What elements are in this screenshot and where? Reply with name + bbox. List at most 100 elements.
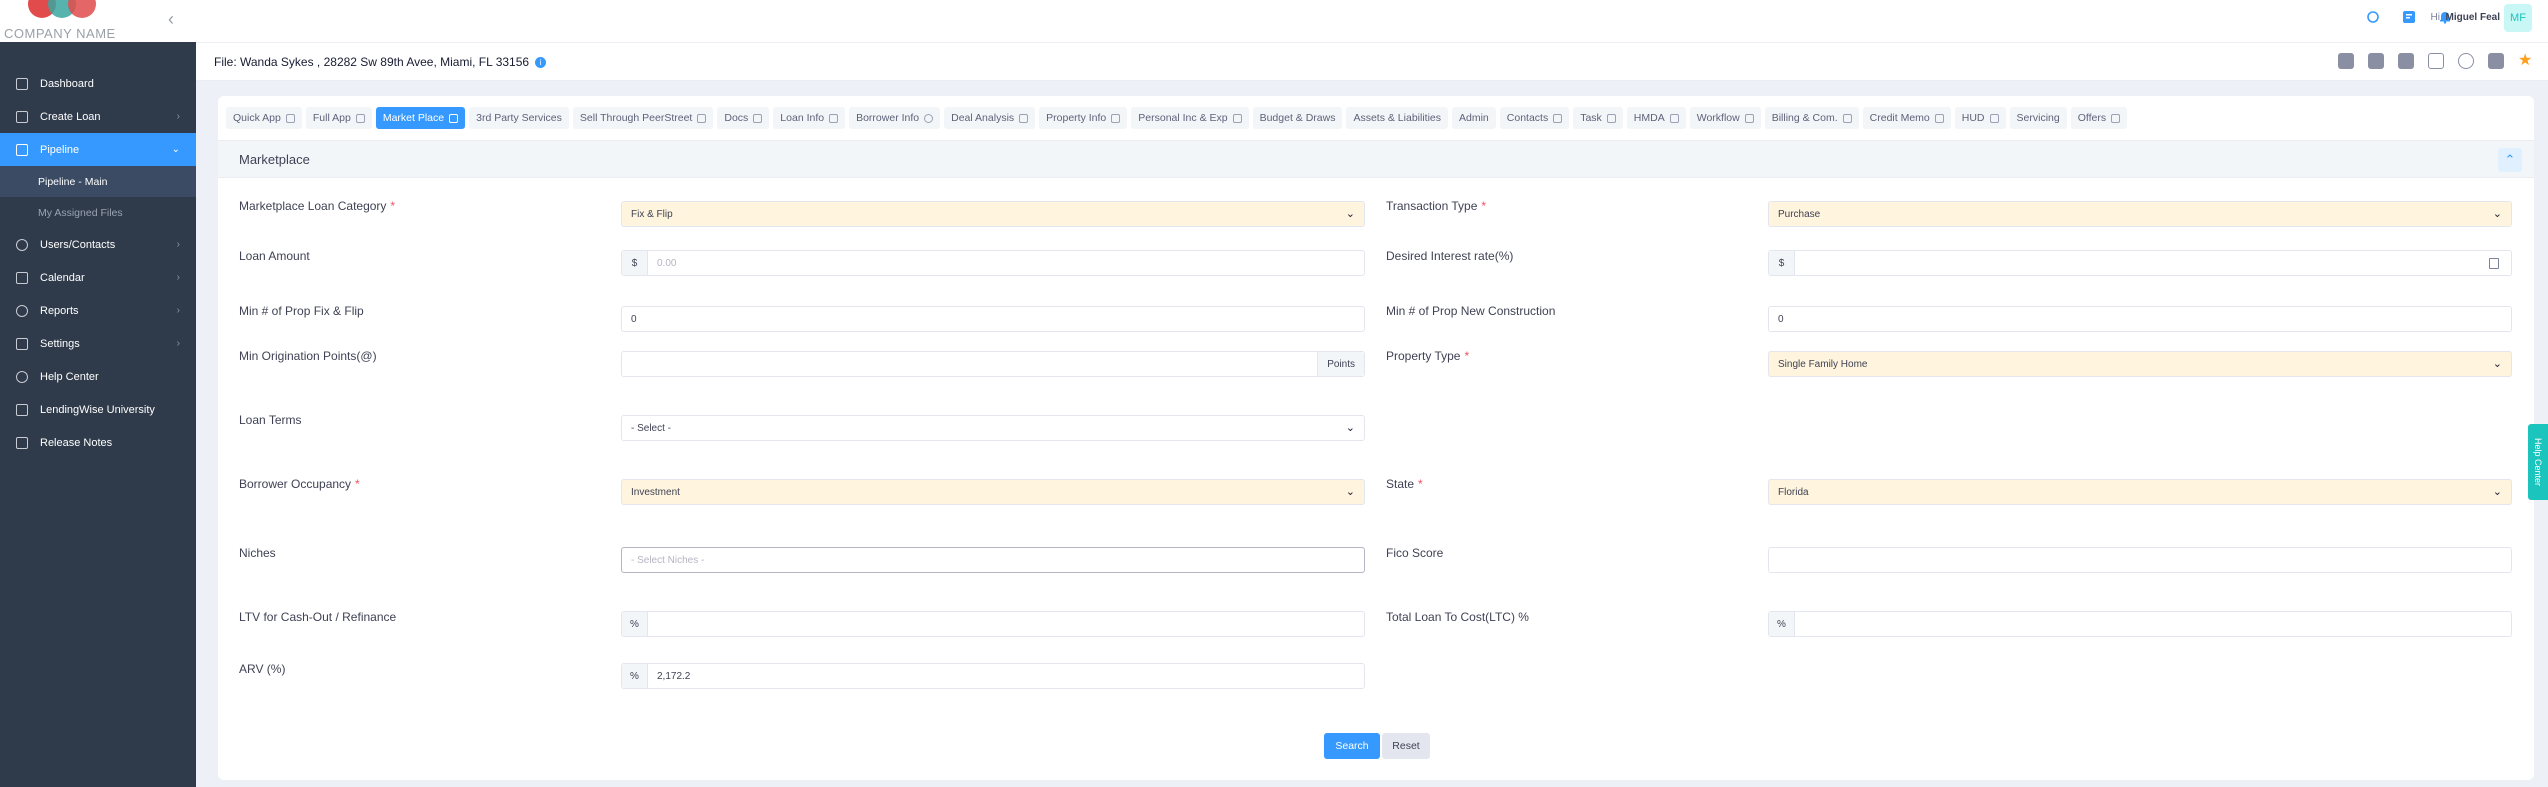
tab-credit-memo[interactable]: Credit Memo (1862, 107, 1951, 129)
sidebar-item-dashboard[interactable]: Dashboard (0, 67, 196, 100)
reset-button[interactable]: Reset (1382, 733, 1430, 759)
property-type-select[interactable]: Single Family Home ⌄ (1768, 351, 2512, 377)
settings-circle-icon[interactable] (2458, 53, 2474, 69)
users-icon (16, 238, 28, 251)
home-icon (1989, 113, 1999, 123)
arv-field[interactable]: % 2,172.2 (621, 663, 1365, 689)
email-icon[interactable] (2368, 53, 2384, 69)
input-value: 0 (1778, 313, 1784, 325)
sidebar-item-create-loan[interactable]: Create Loan › (0, 100, 196, 133)
document-icon (355, 113, 365, 123)
brand: COMPANY NAME ‹ (0, 0, 196, 42)
orig-points-input[interactable]: Points (621, 351, 1365, 377)
sidebar-subitem-pipeline-main[interactable]: Pipeline - Main (0, 166, 196, 197)
tab-label: Budget & Draws (1259, 112, 1336, 124)
tab-label: Deal Analysis (951, 112, 1015, 124)
occupancy-select[interactable]: Investment ⌄ (621, 479, 1365, 505)
interest-rate-label: Desired Interest rate(%) (1386, 249, 1514, 263)
tab-billing-com[interactable]: Billing & Com. (1764, 107, 1859, 129)
sidebar-item-calendar[interactable]: Calendar › (0, 261, 196, 294)
tab-3rd-party-services[interactable]: 3rd Party Services (469, 107, 569, 129)
user-icon (924, 113, 934, 123)
loan-category-select[interactable]: Fix & Flip ⌄ (621, 201, 1365, 227)
ltv-field[interactable]: % (621, 611, 1365, 637)
tab-docs[interactable]: Docs (717, 107, 770, 129)
file-actions: ★ (2338, 53, 2534, 69)
min-prop-new-input[interactable]: 0 (1768, 306, 2512, 332)
chevron-up-icon[interactable]: ⌃ (2498, 148, 2522, 172)
star-icon[interactable]: ★ (2518, 53, 2534, 69)
tab-offers[interactable]: Offers (2070, 107, 2128, 129)
tab-workflow[interactable]: Workflow (1689, 107, 1761, 129)
calculator-icon[interactable] (2489, 258, 2499, 269)
percent-addon: % (1769, 612, 1795, 636)
sidebar-item-label: Release Notes (40, 436, 113, 449)
info-icon[interactable]: i (535, 57, 547, 68)
sidebar-subitem-my-assigned-files[interactable]: My Assigned Files (0, 197, 196, 228)
refresh-icon[interactable] (2366, 10, 2380, 24)
fico-input[interactable] (1768, 547, 2512, 573)
sidebar-item-help-center[interactable]: Help Center (0, 360, 196, 393)
chart-icon (16, 304, 28, 317)
tab-admin[interactable]: Admin (1452, 107, 1496, 129)
sidebar-item-pipeline[interactable]: Pipeline ⌄ (0, 133, 196, 166)
tab-full-app[interactable]: Full App (305, 107, 372, 129)
tab-servicing[interactable]: Servicing (2009, 107, 2067, 129)
share-icon[interactable] (2488, 53, 2504, 69)
user-name: Miguel Feal (2445, 12, 2500, 23)
tab-borrower-info[interactable]: Borrower Info (849, 107, 941, 129)
tab-loan-info[interactable]: Loan Info (773, 107, 846, 129)
sidebar-item-reports[interactable]: Reports › (0, 294, 196, 327)
tab-contacts[interactable]: Contacts (1499, 107, 1570, 129)
tab-sell-through-peerstreet[interactable]: Sell Through PeerStreet (572, 107, 714, 129)
currency-addon: $ (1769, 251, 1795, 275)
niches-multiselect[interactable]: - Select Niches - (621, 547, 1365, 573)
transaction-type-select[interactable]: Purchase ⌄ (1768, 201, 2512, 227)
avatar[interactable]: MF (2504, 4, 2532, 32)
sidebar-item-lendingwise-university[interactable]: LendingWise University (0, 393, 196, 426)
percent-addon: % (622, 664, 648, 688)
state-select[interactable]: Florida ⌄ (1768, 479, 2512, 505)
sidebar-item-label: Dashboard (40, 77, 94, 90)
sidebar-item-users-contacts[interactable]: Users/Contacts › (0, 228, 196, 261)
calculator-icon (1019, 113, 1029, 123)
tab-hmda[interactable]: HMDA (1626, 107, 1686, 129)
chat-icon[interactable] (2338, 53, 2354, 69)
task-icon[interactable] (2402, 10, 2416, 24)
tab-property-info[interactable]: Property Info (1039, 107, 1128, 129)
tab-quick-app[interactable]: Quick App (226, 107, 302, 129)
tab-label: Task (1580, 112, 1602, 124)
tab-deal-analysis[interactable]: Deal Analysis (944, 107, 1036, 129)
tab-task[interactable]: Task (1573, 107, 1623, 129)
tab-hud[interactable]: HUD (1954, 107, 2006, 129)
company-logo[interactable] (28, 0, 96, 22)
ltc-field[interactable]: % (1768, 611, 2512, 637)
file-document-icon[interactable] (2428, 53, 2444, 69)
loan-amount-field[interactable]: $0.00 (621, 250, 1365, 276)
tab-budget-draws[interactable]: Budget & Draws (1252, 107, 1343, 129)
search-button[interactable]: Search (1324, 733, 1380, 759)
interest-rate-field[interactable]: $ (1768, 250, 2512, 276)
label-text: State (1386, 477, 1415, 491)
sidebar-item-release-notes[interactable]: Release Notes (0, 426, 196, 459)
tab-personal-inc-exp[interactable]: Personal Inc & Exp (1131, 107, 1249, 129)
help-center-tab[interactable]: Help Center (2528, 424, 2548, 500)
user-greeting[interactable]: Hi, Miguel Feal (2431, 12, 2500, 23)
sidebar-item-label: LendingWise University (40, 403, 155, 416)
loan-amount-label: Loan Amount (239, 249, 310, 263)
loan-terms-select[interactable]: - Select - ⌄ (621, 415, 1365, 441)
collapse-sidebar-icon[interactable]: ‹ (168, 9, 174, 30)
chevron-right-icon: › (176, 272, 180, 283)
chevron-down-icon: ⌄ (1345, 208, 1355, 220)
notes-icon (16, 436, 28, 449)
sidebar-item-settings[interactable]: Settings › (0, 327, 196, 360)
fax-icon[interactable] (2398, 53, 2414, 69)
list-icon (1934, 113, 1944, 123)
tab-market-place[interactable]: Market Place (375, 107, 466, 129)
tab-assets-liabilities[interactable]: Assets & Liabilities (1346, 107, 1448, 129)
sidebar-item-label: Settings (40, 337, 80, 350)
main-card: Quick App Full App Market Place 3rd Part… (218, 96, 2534, 780)
tab-label: HMDA (1633, 112, 1665, 124)
min-prop-fix-input[interactable]: 0 (621, 306, 1365, 332)
tab-label: Loan Info (780, 112, 825, 124)
